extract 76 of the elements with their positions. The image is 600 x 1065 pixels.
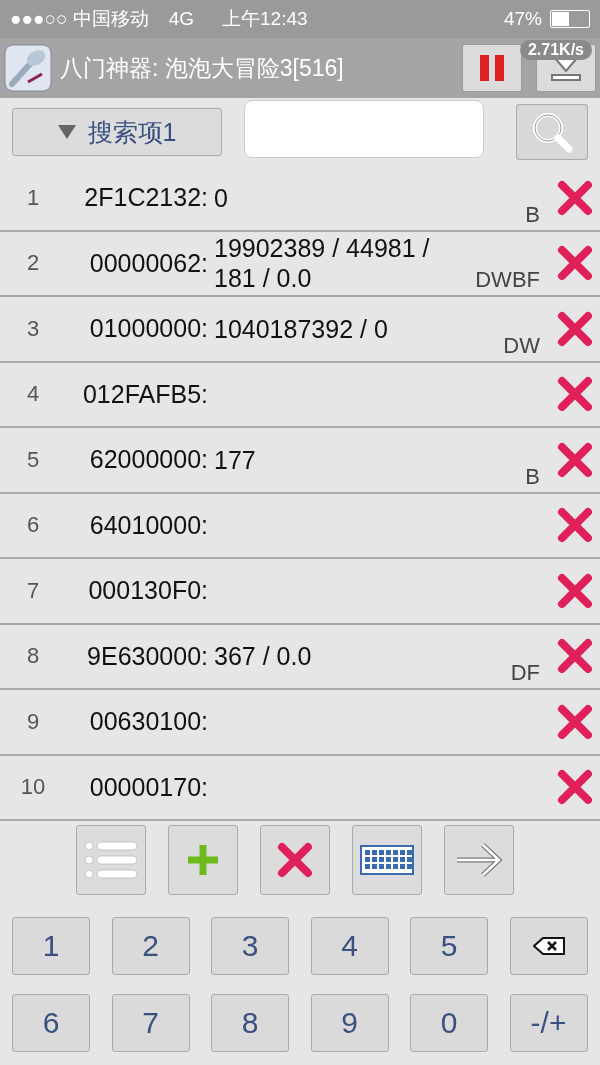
row-number: 1 <box>25 184 41 211</box>
delete-icon[interactable] <box>556 571 594 610</box>
type-label: B <box>525 463 540 490</box>
type-label: DF <box>510 660 540 686</box>
keypad-key[interactable]: 9 <box>310 994 389 1052</box>
delete-icon[interactable] <box>556 440 594 479</box>
address-text: 01000000: <box>88 314 208 344</box>
value-text: 177 <box>213 444 257 475</box>
search-field[interactable] <box>244 100 484 158</box>
keyboard-button[interactable] <box>352 825 422 895</box>
caret-icon <box>57 125 76 139</box>
address-text: 00000170: <box>88 772 208 802</box>
delete-icon[interactable] <box>556 244 594 283</box>
row-number: 10 <box>19 774 47 801</box>
row-number: 3 <box>25 315 41 342</box>
keypad-key[interactable]: 1 <box>12 917 90 975</box>
value-text: 367 / 0.0 <box>213 641 313 672</box>
keypad-key[interactable]: 5 <box>410 917 488 975</box>
cross-icon <box>276 841 314 879</box>
clock-label: 上午12:43 <box>222 7 308 31</box>
keypad-key[interactable]: 6 <box>12 994 90 1052</box>
address-text: 012FAFB5: <box>81 379 208 409</box>
value-text: 1040187392 / 0 <box>213 313 389 344</box>
search-button[interactable] <box>516 104 588 160</box>
row-number: 4 <box>25 381 41 408</box>
address-text: 00000062: <box>88 248 208 278</box>
type-label: DWBF <box>475 267 540 293</box>
delete-icon[interactable] <box>556 375 594 414</box>
plus-icon <box>185 842 221 878</box>
network-label: 4G <box>168 8 195 30</box>
row-number: 6 <box>25 512 41 539</box>
pause-icon <box>478 55 506 81</box>
delete-icon[interactable] <box>556 768 594 807</box>
address-text: 00630100: <box>88 707 208 737</box>
app-title: 八门神器: 泡泡大冒险3[516] <box>60 53 345 83</box>
address-text: 000130F0: <box>87 576 208 606</box>
battery-percent: 47% <box>503 8 542 30</box>
carrier-label: ●●●○○ 中国移动 <box>10 7 149 31</box>
delete-icon[interactable] <box>556 178 594 217</box>
delete-icon[interactable] <box>556 702 594 741</box>
type-label: B <box>525 201 540 228</box>
row-number: 2 <box>25 250 41 277</box>
address-text: 2F1C2132: <box>83 183 208 213</box>
clear-button[interactable] <box>260 825 330 895</box>
delete-icon[interactable] <box>556 506 594 545</box>
arrow-icon <box>455 842 503 878</box>
delete-icon[interactable] <box>556 309 594 348</box>
backspace-icon <box>532 937 565 955</box>
list-icon <box>83 840 139 880</box>
backspace-key[interactable] <box>509 917 588 975</box>
address-text: 64010000: <box>88 510 208 540</box>
row-number: 5 <box>25 446 41 473</box>
address-text: 9E630000: <box>86 641 208 671</box>
keypad-key[interactable]: 4 <box>310 917 389 975</box>
search-icon <box>530 110 574 154</box>
search-item-dropdown[interactable]: 搜索项1 <box>12 108 222 156</box>
keypad-key[interactable]: 8 <box>211 994 289 1052</box>
row-number: 8 <box>25 643 41 670</box>
keypad-key[interactable]: 3 <box>211 917 289 975</box>
row-number: 7 <box>25 577 41 604</box>
speed-tooltip: 2.71K/s <box>519 40 592 60</box>
pause-button[interactable] <box>462 44 522 92</box>
value-text: 19902389 / 44981 / 181 / 0.0 <box>213 233 431 294</box>
next-button[interactable] <box>444 825 514 895</box>
keyboard-icon <box>360 845 414 875</box>
keypad-key[interactable]: -/+ <box>509 994 588 1052</box>
keypad-key[interactable]: 0 <box>410 994 488 1052</box>
delete-icon[interactable] <box>556 637 594 676</box>
keypad-key[interactable]: 2 <box>111 917 190 975</box>
type-label: DW <box>503 332 540 359</box>
value-text: 0 <box>213 182 229 213</box>
list-button[interactable] <box>76 825 146 895</box>
keypad-key[interactable]: 7 <box>111 994 190 1052</box>
row-number: 9 <box>25 708 41 735</box>
battery-icon <box>550 10 590 28</box>
address-text: 62000000: <box>88 445 208 475</box>
